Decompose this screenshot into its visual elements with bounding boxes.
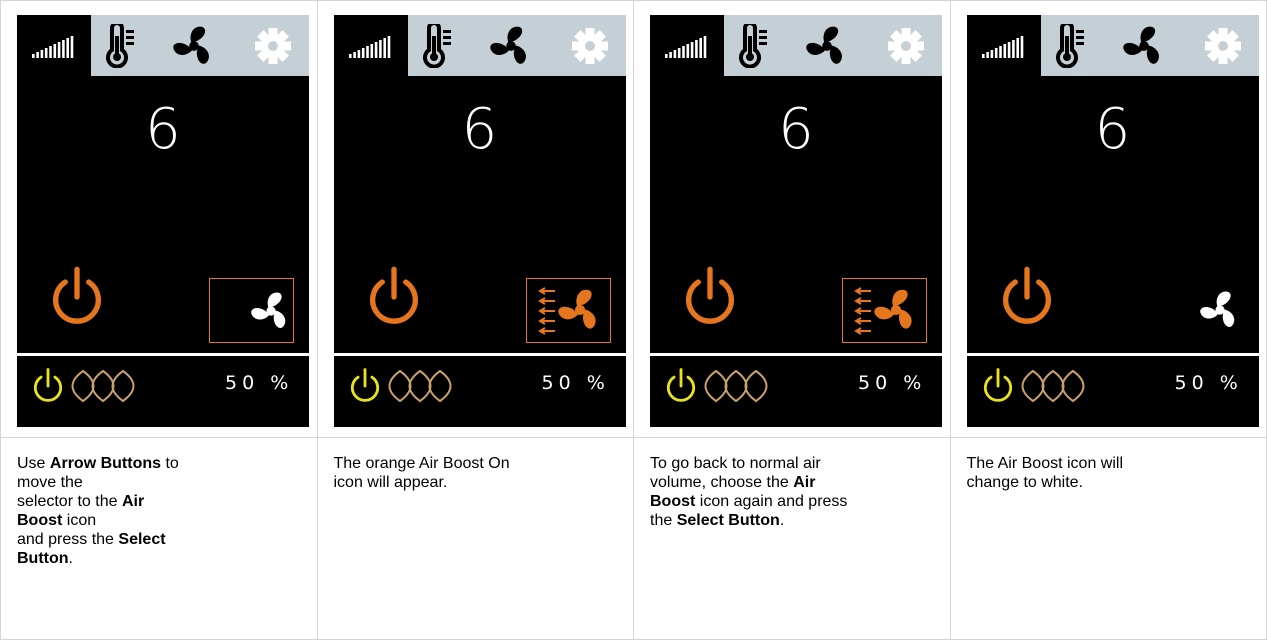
power-button-icon[interactable] (995, 265, 1059, 334)
screen-cell: 6 50 % (0, 0, 318, 438)
instruction-segment: icon (62, 512, 97, 529)
screen-cell: 6 50 % (633, 0, 951, 438)
tab-bar (333, 15, 626, 76)
fan-icon[interactable] (784, 15, 870, 76)
instruction-segment: Arrow Buttons (49, 455, 162, 472)
fan-percent: 50 % (1174, 372, 1243, 394)
signal-bars-icon[interactable] (333, 15, 408, 76)
thermometer-icon[interactable] (724, 15, 784, 76)
fan-level-value: 6 (778, 97, 814, 162)
instruction-segment: The Air Boost icon will (966, 455, 1124, 472)
signal-bars-icon[interactable] (650, 15, 724, 76)
instruction-text: The Air Boost icon will change to white. (949, 437, 1267, 640)
instruction-segment: . (779, 512, 785, 529)
tab-bar (17, 15, 309, 76)
fan-percent: 50 % (858, 372, 927, 394)
status-divider (333, 353, 626, 356)
power-button-icon[interactable] (362, 265, 426, 334)
instruction-segment: volume, choose the (650, 474, 794, 491)
screen-cell: 6 50 % (316, 0, 634, 438)
instruction-segment: change to white. (966, 474, 1084, 491)
fan-icon[interactable] (468, 15, 554, 76)
instruction-segment: Select (118, 531, 166, 548)
instruction-segment: Button (17, 550, 69, 567)
instruction-segment: The orange Air Boost On (333, 455, 510, 472)
eco-leaf-icon (71, 369, 147, 408)
instruction-text: The orange Air Boost On icon will appear. (316, 437, 634, 640)
thermometer-icon[interactable] (1041, 15, 1101, 76)
status-power-icon (662, 367, 700, 410)
power-button-icon[interactable] (678, 265, 742, 334)
signal-bars-icon[interactable] (17, 15, 91, 76)
instruction-text: To go back to normal air volume, choose t… (633, 437, 951, 640)
tab-bar (650, 15, 942, 76)
instruction-segment: . (68, 550, 73, 567)
instruction-segment: Air (793, 474, 816, 491)
fan-percent: 50 % (225, 372, 294, 394)
air-boost-icon[interactable] (525, 278, 611, 343)
instruction-segment: Select Button (676, 512, 780, 529)
fan-percent: 50 % (541, 372, 610, 394)
eco-leaf-icon (388, 369, 464, 408)
eco-leaf-icon (1021, 369, 1097, 408)
device-screen: 6 50 % (650, 15, 942, 427)
thermometer-icon[interactable] (91, 15, 151, 76)
status-power-icon (346, 367, 384, 410)
instruction-segment: selector to the (17, 493, 122, 510)
fan-icon[interactable] (151, 15, 237, 76)
fan-icon[interactable] (1101, 15, 1187, 76)
instruction-segment: icon will appear. (333, 474, 448, 491)
instructions-row: Use Arrow Buttons to move the selector to … (0, 437, 1267, 640)
instruction-segment: and press the (17, 531, 119, 548)
fan-level-value: 6 (1094, 97, 1131, 162)
instruction-table: 6 50 % 6 50 % 6 50 % 6 50 % Use Arrow Button… (0, 0, 1267, 640)
thermometer-icon[interactable] (408, 15, 468, 76)
instruction-segment: move the (17, 474, 83, 491)
instruction-segment: Use (17, 455, 50, 472)
status-divider (650, 353, 942, 356)
device-screen: 6 50 % (17, 15, 309, 427)
gear-icon[interactable] (870, 15, 942, 76)
instruction-segment: Boost (650, 493, 696, 510)
signal-bars-icon[interactable] (966, 15, 1041, 76)
air-boost-icon[interactable] (1159, 278, 1244, 343)
instruction-segment: the (650, 512, 677, 529)
screen-cell: 6 50 % (949, 0, 1267, 438)
tab-bar (966, 15, 1259, 76)
device-screen: 6 50 % (966, 15, 1259, 427)
gear-icon[interactable] (554, 15, 626, 76)
instruction-segment: icon again and press (695, 493, 848, 510)
status-power-icon (979, 367, 1017, 410)
status-power-icon (29, 367, 67, 410)
device-screen: 6 50 % (333, 15, 626, 427)
fan-level-value: 6 (145, 97, 181, 162)
gear-icon[interactable] (237, 15, 309, 76)
eco-leaf-icon (704, 369, 780, 408)
instruction-segment: Air (121, 493, 145, 510)
status-divider (966, 353, 1259, 356)
fan-level-value: 6 (461, 97, 498, 162)
instruction-text: Use Arrow Buttons to move the selector to … (0, 437, 318, 640)
air-boost-icon[interactable] (209, 278, 294, 343)
status-divider (17, 353, 309, 356)
instruction-segment: to (161, 455, 179, 472)
power-button-icon[interactable] (45, 265, 109, 334)
air-boost-icon[interactable] (842, 278, 927, 343)
instruction-segment: Boost (17, 512, 63, 529)
screens-row: 6 50 % 6 50 % 6 50 % 6 50 % (0, 0, 1267, 438)
gear-icon[interactable] (1187, 15, 1259, 76)
instruction-segment: To go back to normal air (650, 455, 821, 472)
